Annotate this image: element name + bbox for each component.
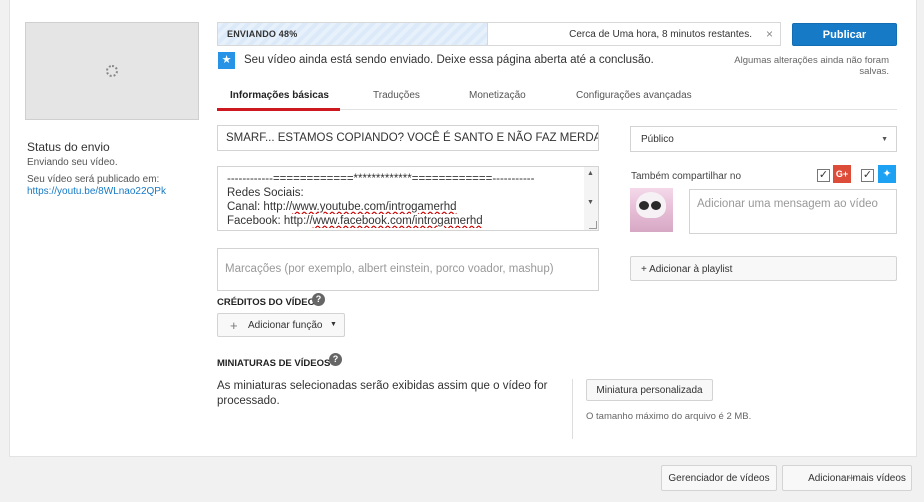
description-line: Facebook: http://www.facebook.com/introg… <box>227 215 483 227</box>
publish-url-label: Seu vídeo será publicado em: <box>27 174 160 185</box>
share-label: Também compartilhar no <box>631 171 742 182</box>
video-description-textarea[interactable]: ------------============*************===… <box>217 166 599 231</box>
tags-input[interactable]: Marcações (por exemplo, albert einstein,… <box>217 248 599 291</box>
divider <box>572 379 573 439</box>
upload-status-title: Status do envio <box>27 140 110 154</box>
description-line: Canal: http://www.youtube.com/introgamer… <box>227 201 457 213</box>
twitter-icon: ✦ <box>878 165 896 183</box>
star-icon: ★ <box>218 52 235 69</box>
resize-handle-icon[interactable] <box>589 221 597 229</box>
scroll-up-icon[interactable]: ▲ <box>587 170 594 177</box>
help-icon[interactable]: ? <box>329 353 342 366</box>
upload-notice-text: Seu vídeo ainda está sendo enviado. Deix… <box>244 54 654 66</box>
video-thumbnail-placeholder <box>25 22 199 120</box>
unsaved-changes-notice: Algumas alterações ainda não foram salva… <box>734 55 889 77</box>
upload-progress-bar: ENVIANDO 48% Cerca de Uma hora, 8 minuto… <box>217 22 781 46</box>
publish-button[interactable]: Publicar <box>792 23 897 46</box>
upload-progress-label: ENVIANDO 48% <box>227 29 298 39</box>
add-more-videos-button[interactable]: + Adicionar mais vídeos <box>782 465 912 491</box>
video-manager-button[interactable]: Gerenciador de vídeos <box>661 465 777 491</box>
tab-advanced-settings[interactable]: Configurações avançadas <box>576 90 692 101</box>
description-content: ------------============*************===… <box>227 172 580 228</box>
twitter-share-checkbox[interactable]: ✓ <box>861 169 874 182</box>
video-credits-label: CRÉDITOS DO VÍDEO <box>217 297 316 308</box>
cancel-upload-icon[interactable]: × <box>766 27 773 41</box>
description-line: Redes Sociais: <box>227 187 304 199</box>
avatar <box>630 188 673 232</box>
thumbnails-info-text: As miniaturas selecionadas serão exibida… <box>217 380 548 407</box>
description-link: www.youtube.com/introgamerhd <box>292 201 457 213</box>
gplus-share-checkbox[interactable]: ✓ <box>817 169 830 182</box>
description-line: ------------============*************===… <box>227 173 535 185</box>
caret-down-icon: ▼ <box>330 321 337 328</box>
upload-status-line: Enviando seu vídeo. <box>27 157 118 168</box>
google-plus-icon: G+ <box>833 165 851 183</box>
add-role-label: Adicionar função <box>248 320 323 331</box>
caret-down-icon: ▼ <box>881 136 888 143</box>
video-thumbnails-label: MINIATURAS DE VÍDEOS <box>217 358 331 369</box>
privacy-select[interactable]: Público ▼ <box>630 126 897 152</box>
active-tab-indicator <box>217 108 340 111</box>
tab-monetization[interactable]: Monetização <box>469 90 526 101</box>
tab-basic-info[interactable]: Informações básicas <box>230 90 329 101</box>
share-message-input[interactable]: Adicionar uma mensagem ao vídeo <box>689 189 897 234</box>
description-link: www.facebook.com/introgamerhd <box>312 215 483 227</box>
video-title-input[interactable]: SMARF... ESTAMOS COPIANDO? VOCÊ É SANTO … <box>217 125 599 151</box>
privacy-selected-value: Público <box>641 134 674 145</box>
publish-url-link[interactable]: https://youtu.be/8WLnao22QPk <box>27 186 166 197</box>
add-to-playlist-button[interactable]: + Adicionar à playlist <box>630 256 897 281</box>
custom-thumbnail-button[interactable]: Miniatura personalizada <box>586 379 713 401</box>
max-file-size-text: O tamanho máximo do arquivo é 2 MB. <box>586 411 752 422</box>
scroll-down-icon[interactable]: ▼ <box>587 199 594 206</box>
plus-icon: + <box>230 318 238 333</box>
add-role-button[interactable]: + Adicionar função ▼ <box>217 313 345 337</box>
help-icon[interactable]: ? <box>312 293 325 306</box>
tab-bar: Informações básicas Traduções Monetizaçã… <box>217 84 897 111</box>
upload-time-remaining: Cerca de Uma hora, 8 minutos restantes. <box>569 29 752 40</box>
tab-translations[interactable]: Traduções <box>373 90 420 101</box>
loading-spinner-icon <box>106 65 118 77</box>
